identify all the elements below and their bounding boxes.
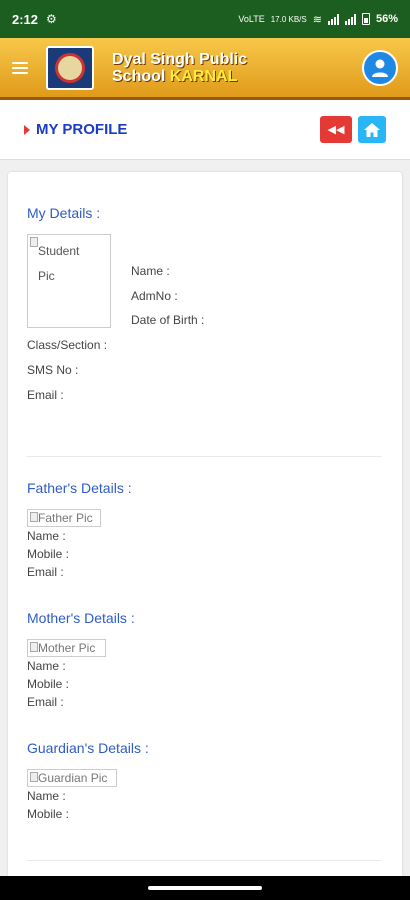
class-section-label: Class/Section : <box>27 338 108 352</box>
broken-image-icon <box>30 512 38 522</box>
page-title-bar: MY PROFILE ◀◀ <box>0 100 410 160</box>
father-email-label: Email : <box>27 565 64 579</box>
school-logo <box>46 45 94 90</box>
school-name-line1: Dyal Singh Public <box>112 50 248 68</box>
status-bar: 2:12 ⚙ VoLTE 17.0 KB/S ≋ 56% <box>0 0 410 38</box>
net-speed: 17.0 KB/S <box>270 14 307 24</box>
home-gesture-handle[interactable] <box>148 886 262 890</box>
dob-label: Date of Birth : <box>131 313 205 327</box>
broken-image-icon <box>30 642 38 652</box>
mother-email-label: Email : <box>27 695 64 709</box>
mother-details-title: Mother's Details : <box>27 610 135 626</box>
user-icon <box>372 59 388 77</box>
father-details-title: Father's Details : <box>27 480 132 496</box>
father-name-label: Name : <box>27 529 66 543</box>
status-right: VoLTE 17.0 KB/S ≋ 56% <box>238 13 398 26</box>
divider <box>27 456 382 457</box>
gesture-nav-bar <box>0 876 410 900</box>
volte-icon: VoLTE <box>238 14 265 24</box>
signal-icon <box>327 13 339 25</box>
wifi-icon: ≋ <box>312 13 322 26</box>
guardian-details-title: Guardian's Details : <box>27 740 149 756</box>
caret-right-icon <box>24 124 30 135</box>
broken-image-icon <box>30 237 38 247</box>
menu-icon[interactable] <box>12 61 28 74</box>
battery-icon <box>361 13 370 25</box>
guardian-name-label: Name : <box>27 789 66 803</box>
student-name-label: Name : <box>131 264 170 278</box>
double-chevron-left-icon: ◀◀ <box>327 124 345 136</box>
student-email-label: Email : <box>27 388 64 402</box>
broken-image-icon <box>30 772 38 782</box>
school-name: Dyal Singh Public School KARNAL <box>112 51 247 85</box>
back-button[interactable]: ◀◀ <box>320 116 352 143</box>
home-button[interactable] <box>358 116 386 143</box>
school-city: KARNAL <box>169 67 238 85</box>
status-time: 2:12 <box>12 11 39 27</box>
student-pic: Student Pic <box>27 234 111 328</box>
mother-mobile-label: Mobile : <box>27 677 70 691</box>
father-mobile-label: Mobile : <box>27 547 70 561</box>
mother-name-label: Name : <box>27 659 66 673</box>
divider <box>27 860 382 861</box>
app-header: Dyal Singh Public School KARNAL <box>0 38 410 100</box>
signal-2-icon <box>344 13 356 25</box>
sms-no-label: SMS No : <box>27 363 79 377</box>
settings-gear-icon: ⚙ <box>46 12 57 26</box>
home-icon <box>364 122 380 137</box>
page-title: MY PROFILE <box>36 121 128 138</box>
school-name-line2: School KARNAL <box>112 67 238 85</box>
father-pic: Father Pic <box>27 509 101 527</box>
profile-avatar-button[interactable] <box>362 49 398 86</box>
battery-percent: 56% <box>375 13 398 25</box>
guardian-pic: Guardian Pic <box>27 769 117 787</box>
my-details-title: My Details : <box>27 205 101 221</box>
guardian-mobile-label: Mobile : <box>27 807 70 821</box>
profile-card: My Details : Student Pic Name : AdmNo : … <box>8 172 402 900</box>
admno-label: AdmNo : <box>131 289 178 303</box>
mother-pic: Mother Pic <box>27 639 106 657</box>
